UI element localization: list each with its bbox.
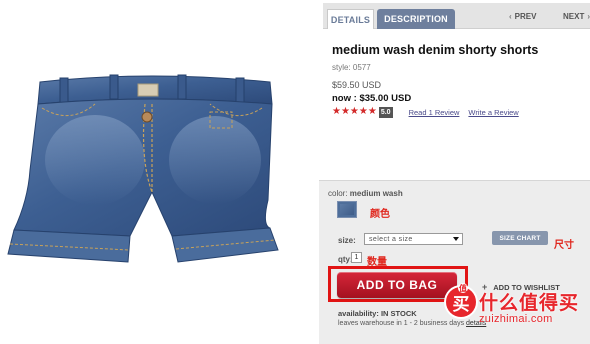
prev-label: PREV (514, 12, 537, 21)
size-chart-button[interactable]: SIZE CHART (492, 231, 548, 245)
original-price: $59.50 USD (332, 80, 382, 90)
qty-input[interactable]: 1 (351, 252, 362, 263)
prev-button[interactable]: ‹ PREV (509, 12, 536, 21)
chevron-left-icon: ‹ (509, 12, 512, 21)
size-select[interactable]: select a size (364, 233, 463, 245)
tab-description[interactable]: DESCRIPTION (377, 9, 455, 29)
denim-shorts-icon (7, 74, 279, 263)
watermark-en: zuizhimai.com (479, 313, 553, 325)
next-label: NEXT (563, 12, 585, 21)
star-rating-icon: ★★★★★ (332, 106, 377, 117)
caret-down-icon (453, 237, 459, 241)
product-image (0, 0, 315, 344)
color-value: medium wash (349, 189, 403, 198)
annotation-color: 颜色 (370, 209, 390, 220)
write-review-link[interactable]: Write a Review (468, 108, 518, 117)
read-reviews-link[interactable]: Read 1 Review (409, 108, 460, 117)
annotation-size: 尺寸 (554, 240, 574, 251)
product-title: medium wash denim shorty shorts (332, 43, 539, 57)
sale-price: now : $35.00 USD (332, 93, 412, 104)
next-button[interactable]: NEXT › (563, 12, 590, 21)
color-label: color: medium wash (328, 189, 403, 198)
watermark-badge: 值 (458, 283, 468, 293)
size-select-value: select a size (369, 235, 413, 243)
tab-bar: DETAILS DESCRIPTION ‹ PREV NEXT › (323, 3, 590, 29)
color-label-text: color: (328, 189, 348, 198)
size-label: size: (338, 236, 356, 245)
availability-value: IN STOCK (380, 309, 417, 318)
availability-label: availability: (338, 309, 379, 318)
watermark: 买 值 什么值得买 zuizhimai.com (439, 269, 590, 344)
tab-details[interactable]: DETAILS (327, 9, 374, 29)
availability: availability: IN STOCK (338, 309, 417, 318)
color-swatch-medium-wash[interactable] (337, 201, 357, 218)
style-number: style: 0577 (332, 63, 371, 72)
watermark-cn: 什么值得买 (479, 293, 580, 314)
rating-row: ★★★★★ 5.0 Read 1 Review Write a Review (332, 106, 519, 118)
rating-badge: 5.0 (378, 106, 393, 118)
